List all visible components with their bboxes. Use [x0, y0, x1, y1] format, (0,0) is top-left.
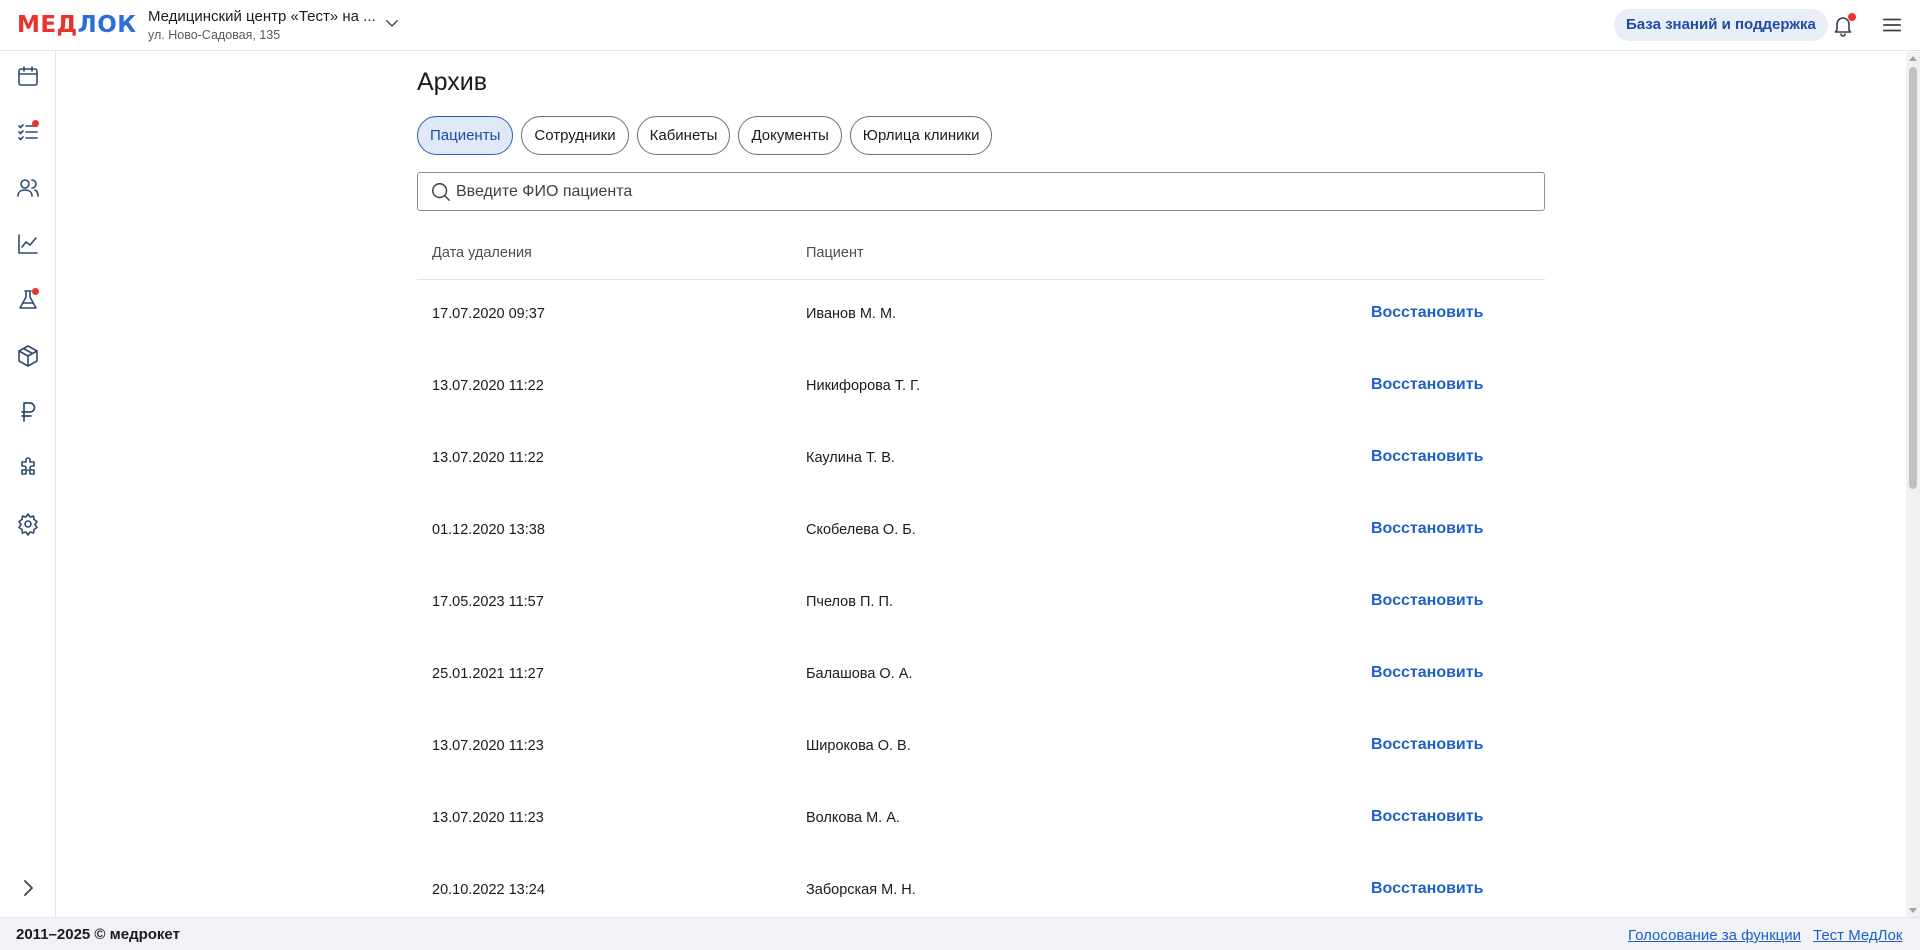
- table-header: Дата удаления Пациент: [417, 230, 1545, 280]
- table-row: 13.07.2020 11:22 Никифорова Т. Г. Восста…: [417, 352, 1545, 424]
- patient-name: Скобелева О. Б.: [806, 522, 916, 538]
- sidebar: [0, 51, 56, 917]
- patient-search-input[interactable]: [456, 173, 1536, 210]
- integrations-puzzle-icon[interactable]: [16, 456, 40, 480]
- feature-voting-link[interactable]: Голосование за функции: [1628, 927, 1801, 944]
- chevron-down-icon[interactable]: [383, 14, 401, 32]
- clinic-selector[interactable]: Медицинский центр «Тест» на ... ул. Ново…: [148, 8, 388, 42]
- column-header-date: Дата удаления: [432, 245, 532, 261]
- restore-button[interactable]: Восстановить: [1371, 520, 1483, 538]
- deletion-date: 01.12.2020 13:38: [432, 522, 545, 538]
- patient-name: Иванов М. М.: [806, 306, 897, 322]
- deletion-date: 13.07.2020 11:22: [432, 450, 544, 466]
- table-row: 25.01.2021 11:27 Балашова О. А. Восстано…: [417, 640, 1545, 712]
- calendar-icon[interactable]: [16, 64, 40, 88]
- patient-name: Пчелов П. П.: [806, 594, 893, 610]
- clinic-name: Медицинский центр «Тест» на ...: [148, 8, 376, 25]
- page-title: Архив: [417, 68, 488, 96]
- restore-button[interactable]: Восстановить: [1371, 880, 1483, 898]
- tasks-badge: [32, 120, 39, 127]
- lab-badge: [32, 288, 39, 295]
- users-icon[interactable]: [16, 176, 40, 200]
- patient-name: Широкова О. В.: [806, 738, 911, 754]
- settings-gear-icon[interactable]: [16, 512, 40, 536]
- column-header-patient: Пациент: [806, 245, 864, 261]
- restore-button[interactable]: Восстановить: [1371, 736, 1483, 754]
- patient-name: Каулина Т. В.: [806, 450, 895, 466]
- archive-tabs: Пациенты Сотрудники Кабинеты Документы Ю…: [417, 116, 993, 155]
- restore-button[interactable]: Восстановить: [1371, 664, 1483, 682]
- finance-ruble-icon[interactable]: [16, 400, 40, 424]
- scroll-thumb[interactable]: [1909, 67, 1917, 489]
- deletion-date: 17.05.2023 11:57: [432, 594, 544, 610]
- tab-patients[interactable]: Пациенты: [417, 116, 514, 155]
- table-row: 01.12.2020 13:38 Скобелева О. Б. Восстан…: [417, 496, 1545, 568]
- table-row: 13.07.2020 11:23 Волкова М. А. Восстанов…: [417, 784, 1545, 856]
- patient-name: Заборская М. Н.: [806, 882, 916, 898]
- tab-employees[interactable]: Сотрудники: [521, 116, 629, 155]
- tab-documents[interactable]: Документы: [738, 116, 842, 155]
- tab-cabinets[interactable]: Кабинеты: [636, 116, 731, 155]
- footer: 2011–2025 © медрокет Голосование за функ…: [0, 917, 1920, 950]
- chevron-right-icon[interactable]: [16, 876, 40, 900]
- table-row: 17.05.2023 11:57 Пчелов П. П. Восстанови…: [417, 568, 1545, 640]
- deletion-date: 25.01.2021 11:27: [432, 666, 544, 682]
- logo-part-2: ЛОК: [77, 12, 137, 38]
- restore-button[interactable]: Восстановить: [1371, 376, 1483, 394]
- medlok-logo[interactable]: МЕДЛОК: [17, 12, 137, 38]
- logo-part-1: МЕД: [17, 12, 78, 38]
- copyright: 2011–2025 © медрокет: [16, 926, 180, 943]
- menu-icon[interactable]: [1881, 14, 1903, 36]
- restore-button[interactable]: Восстановить: [1371, 448, 1483, 466]
- restore-button[interactable]: Восстановить: [1371, 304, 1483, 322]
- warehouse-box-icon[interactable]: [16, 344, 40, 368]
- knowledge-base-button[interactable]: База знаний и поддержка: [1614, 9, 1828, 41]
- test-medlok-link[interactable]: Тест МедЛок: [1813, 927, 1902, 944]
- deletion-date: 13.07.2020 11:23: [432, 810, 544, 826]
- patient-name: Волкова М. А.: [806, 810, 900, 826]
- restore-button[interactable]: Восстановить: [1371, 808, 1483, 826]
- table-row: 13.07.2020 11:22 Каулина Т. В. Восстанов…: [417, 424, 1545, 496]
- restore-button[interactable]: Восстановить: [1371, 592, 1483, 610]
- page-scrollbar[interactable]: [1906, 52, 1920, 917]
- notification-badge: [1848, 13, 1856, 21]
- top-bar: МЕДЛОК Медицинский центр «Тест» на ... у…: [0, 0, 1920, 51]
- clinic-address: ул. Ново-Садовая, 135: [148, 28, 281, 42]
- patient-name: Балашова О. А.: [806, 666, 913, 682]
- scroll-up-arrow-icon[interactable]: [1909, 56, 1917, 61]
- deletion-date: 13.07.2020 11:22: [432, 378, 544, 394]
- deletion-date: 17.07.2020 09:37: [432, 306, 545, 322]
- patient-search: [417, 172, 1545, 211]
- search-icon: [432, 183, 450, 201]
- table-row: 13.07.2020 11:23 Широкова О. В. Восстано…: [417, 712, 1545, 784]
- deletion-date: 20.10.2022 13:24: [432, 882, 545, 898]
- scroll-down-arrow-icon[interactable]: [1909, 908, 1917, 913]
- archive-table: Дата удаления Пациент 17.07.2020 09:37 И…: [417, 230, 1545, 928]
- patient-name: Никифорова Т. Г.: [806, 378, 921, 394]
- deletion-date: 13.07.2020 11:23: [432, 738, 544, 754]
- analytics-icon[interactable]: [16, 232, 40, 256]
- table-row: 17.07.2020 09:37 Иванов М. М. Восстанови…: [417, 280, 1545, 352]
- tab-legal-entities[interactable]: Юрлица клиники: [849, 116, 993, 155]
